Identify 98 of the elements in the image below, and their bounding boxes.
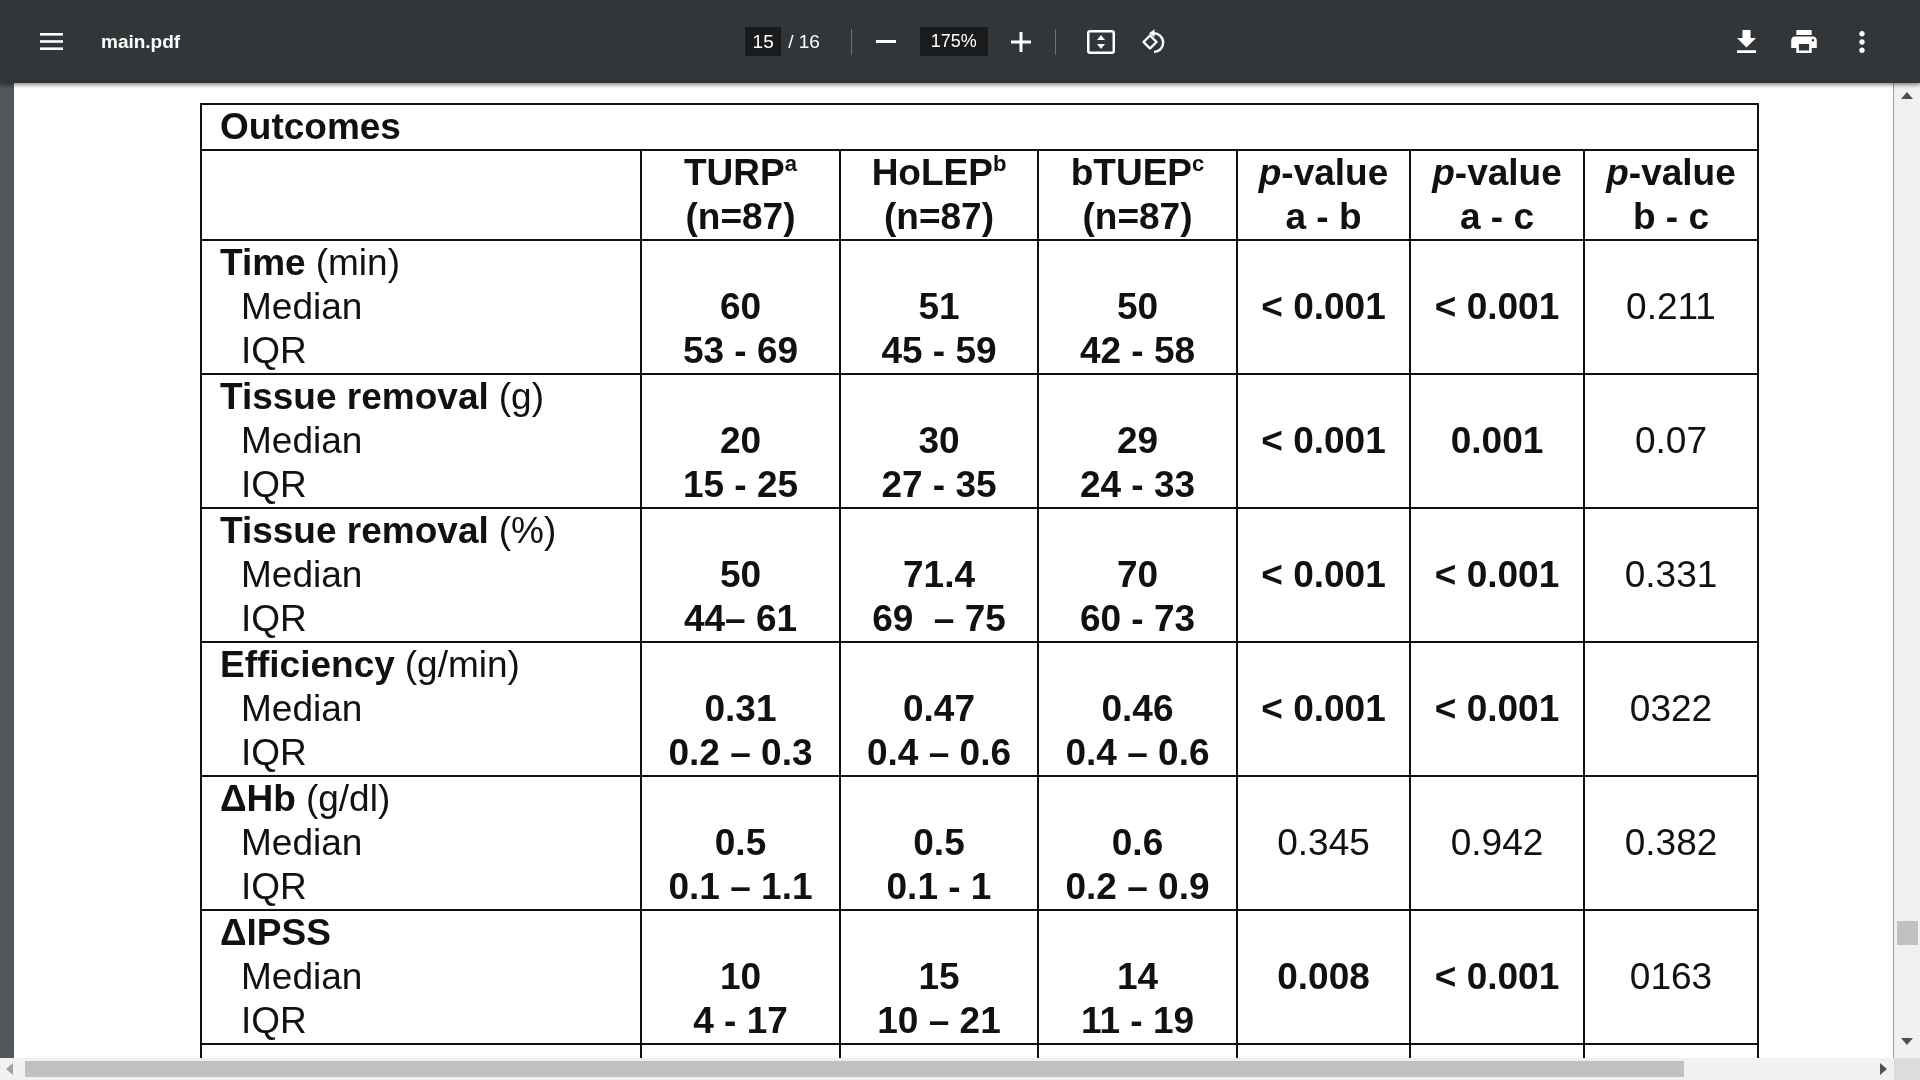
iqr-value: 69 – 75 <box>872 597 1006 641</box>
p-value: 0.345 <box>1277 821 1370 865</box>
iqr-value: 0.1 - 1 <box>886 865 992 909</box>
row-label: ΔHb (g/dl) <box>220 777 391 821</box>
iqr-value: 0.1 – 1.1 <box>668 865 813 909</box>
zoom-field[interactable]: 175% <box>919 27 988 56</box>
column-header: HoLEP$^{b}$ (n=87) <box>871 151 1007 239</box>
median-value: 50 <box>1116 285 1159 329</box>
iqr-value: 24 - 33 <box>1079 463 1196 507</box>
page-number-field[interactable]: 15 <box>745 27 782 56</box>
median-value: 30 <box>918 419 960 463</box>
stat-label: Median <box>241 687 363 731</box>
stat-label: IQR <box>241 731 307 775</box>
median-value: 60 <box>719 285 762 329</box>
stat-label: IQR <box>241 463 307 507</box>
median-value: 51 <box>918 285 960 329</box>
row-label: ΔIPSS <box>220 911 331 955</box>
iqr-value: 10 – 21 <box>877 999 1001 1043</box>
iqr-value: 0.2 – 0.3 <box>668 731 813 775</box>
p-value: 0.001 <box>1450 419 1544 463</box>
iqr-value: 27 - 35 <box>881 463 997 507</box>
vertical-scrollbar[interactable] <box>1894 83 1920 1058</box>
column-header: bTUEP$^{c}$ (n=87) <box>1070 151 1205 239</box>
median-value: 50 <box>719 553 762 597</box>
fit-page-icon[interactable] <box>1086 29 1115 54</box>
p-value: 0163 <box>1629 955 1713 999</box>
p-value: < 0.001 <box>1261 553 1386 597</box>
column-header: TURP$^{a}$ (n=87) <box>684 151 797 239</box>
iqr-value: 60 - 73 <box>1079 597 1196 641</box>
table-title: Outcomes <box>220 106 401 147</box>
file-name: main.pdf <box>101 30 181 53</box>
download-icon[interactable] <box>1736 30 1756 53</box>
iqr-value: 15 - 25 <box>682 463 799 507</box>
stat-label: IQR <box>241 597 307 641</box>
p-value: 0322 <box>1629 687 1713 731</box>
p-value: 0.07 <box>1635 419 1707 463</box>
scrollbar-corner <box>1894 1058 1920 1080</box>
column-header: p-value a - c <box>1432 151 1562 239</box>
stat-label: IQR <box>241 865 307 909</box>
iqr-value: 0.4 – 0.6 <box>867 731 1011 775</box>
p-value: < 0.001 <box>1261 419 1386 463</box>
column-header: p-value a - b <box>1258 151 1389 239</box>
iqr-value: 0.2 – 0.9 <box>1065 865 1210 909</box>
median-value: 0.5 <box>913 821 965 865</box>
iqr-value: 11 - 19 <box>1080 999 1195 1043</box>
iqr-value: 42 - 58 <box>1079 329 1196 373</box>
median-value: 0.5 <box>714 821 767 865</box>
iqr-value: 0.4 – 0.6 <box>1065 731 1210 775</box>
median-value: 70 <box>1116 553 1159 597</box>
scrollbar-thumb[interactable] <box>25 1061 1684 1077</box>
p-value: < 0.001 <box>1261 285 1386 329</box>
iqr-value: 45 - 59 <box>881 329 997 373</box>
stat-label: Median <box>241 821 363 865</box>
median-value: 0.6 <box>1111 821 1164 865</box>
p-value: 0.008 <box>1277 955 1370 999</box>
minus-icon[interactable] <box>875 40 896 43</box>
p-value: 0.211 <box>1626 285 1716 329</box>
p-value: < 0.001 <box>1261 687 1386 731</box>
print-icon[interactable] <box>1791 30 1817 53</box>
row-label: Time (min) <box>220 241 400 285</box>
median-value: 14 <box>1116 955 1159 999</box>
median-value: 10 <box>719 955 762 999</box>
median-value: 71.4 <box>903 553 975 597</box>
plus-icon[interactable] <box>1010 31 1031 52</box>
down-arrow-icon[interactable] <box>1901 1038 1913 1045</box>
scrollbar-thumb[interactable] <box>1896 921 1918 945</box>
p-value: < 0.001 <box>1434 687 1560 731</box>
stat-label: Median <box>241 285 363 329</box>
stat-label: IQR <box>241 329 307 373</box>
p-value: 0.331 <box>1624 553 1718 597</box>
median-value: 0.31 <box>704 687 777 731</box>
median-value: 0.46 <box>1101 687 1174 731</box>
row-label: Efficiency (g/min) <box>220 643 520 687</box>
stat-label: Median <box>241 955 363 999</box>
page-count: / 16 <box>788 30 820 53</box>
median-value: 15 <box>918 955 960 999</box>
iqr-value: 4 - 17 <box>693 999 788 1043</box>
p-value: < 0.001 <box>1434 553 1560 597</box>
row-label: Tissue removal (%) <box>220 509 557 553</box>
up-arrow-icon[interactable] <box>1901 92 1913 99</box>
right-arrow-icon[interactable] <box>1880 1063 1887 1075</box>
p-value: < 0.001 <box>1434 285 1560 329</box>
horizontal-scrollbar[interactable] <box>0 1058 1894 1080</box>
stat-label: IQR <box>241 999 307 1043</box>
median-value: 29 <box>1116 419 1159 463</box>
iqr-value: 53 - 69 <box>682 329 799 373</box>
column-header: p-value b - c <box>1606 151 1736 239</box>
median-value: 0.47 <box>903 687 975 731</box>
p-value: 0.942 <box>1450 821 1544 865</box>
stat-label: Median <box>241 419 363 463</box>
median-value: 20 <box>719 419 762 463</box>
stat-label: Median <box>241 553 363 597</box>
p-value: < 0.001 <box>1434 955 1560 999</box>
iqr-value: 44– 61 <box>683 597 798 641</box>
menu-icon[interactable] <box>39 33 63 50</box>
row-label: Tissue removal (g) <box>220 375 544 419</box>
p-value: 0.382 <box>1624 821 1718 865</box>
more-icon[interactable] <box>1859 30 1865 53</box>
